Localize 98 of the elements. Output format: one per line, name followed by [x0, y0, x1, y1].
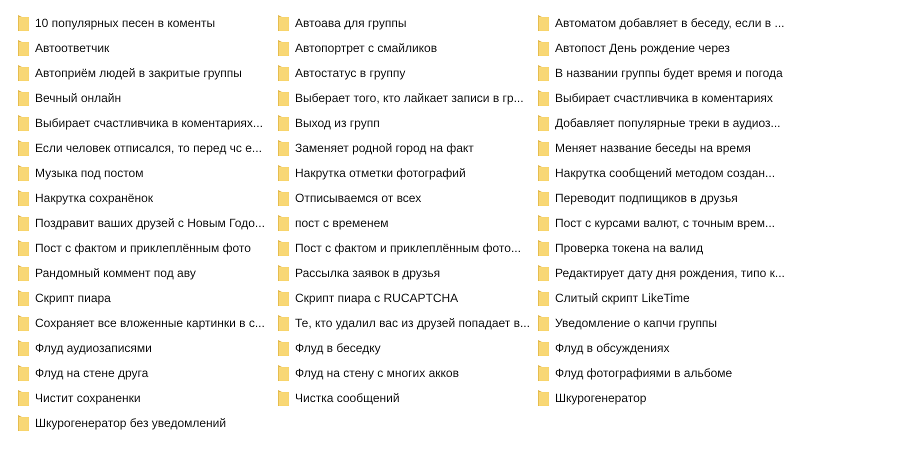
folder-icon [276, 114, 289, 130]
folder-icon [536, 390, 549, 406]
folder-icon [16, 14, 29, 30]
folder-icon [536, 290, 549, 306]
folder-name[interactable]: Редактирует дату дня рождения, типо к... [555, 264, 785, 280]
folder-icon [536, 340, 549, 356]
folder-name[interactable]: Сохраняет все вложенные картинки в с... [35, 314, 265, 330]
folder-name[interactable]: Шкурогенератор без уведомлений [35, 414, 226, 430]
folder-icon [16, 264, 29, 280]
folder-icon [276, 90, 289, 106]
folder-icon [16, 240, 29, 256]
folder-icon [16, 314, 29, 330]
folder-icon [536, 14, 549, 30]
folder-name[interactable]: Шкурогенератор [555, 390, 646, 406]
folder-name[interactable]: Накрутка сохранёнок [35, 190, 154, 206]
folder-icon [536, 314, 549, 330]
folder-name[interactable]: пост с временем [295, 214, 389, 230]
folder-name[interactable]: Чистка сообщений [295, 390, 400, 406]
folder-icon [16, 164, 29, 180]
folder-name[interactable]: Добавляет популярные треки в аудиоз... [555, 114, 780, 130]
folder-name[interactable]: Слитый скрипт LikeTime [555, 290, 690, 306]
folder-name[interactable]: Отписываемся от всех [295, 190, 422, 206]
folder-icon [276, 264, 289, 280]
folder-icon [536, 364, 549, 380]
folder-name[interactable]: Флуд в обсуждениях [555, 340, 670, 356]
folder-name[interactable]: Флуд на стене друга [35, 364, 148, 380]
folder-icon [16, 114, 29, 130]
folder-name[interactable]: Если человек отписался, то перед чс е... [35, 140, 262, 156]
folder-icon [276, 190, 289, 206]
folder-icon [536, 64, 549, 80]
folder-name[interactable]: Проверка токена на валид [555, 240, 704, 256]
folder-icon [16, 64, 29, 80]
folder-name[interactable]: Заменяет родной город на факт [295, 140, 474, 156]
folder-name[interactable]: Флуд аудиозаписями [35, 340, 152, 356]
folder-name[interactable]: Флуд фотографиями в альбоме [555, 364, 732, 380]
folder-icon [16, 390, 29, 406]
folder-name[interactable]: Выбирает счастливчика в коментариях [555, 90, 773, 106]
folder-icon [536, 240, 549, 256]
folder-icon [276, 290, 289, 306]
folder-name[interactable]: Скрипт пиара [35, 290, 111, 306]
folder-name[interactable]: Поздравит ваших друзей с Новым Годо... [35, 214, 265, 230]
folder-icon [276, 164, 289, 180]
folder-icon [536, 214, 549, 230]
folder-name[interactable]: Автоответчик [35, 40, 110, 56]
folder-name[interactable]: Пост с фактом и приклеплённым фото... [295, 240, 521, 256]
folder-name[interactable]: Переводит подпищиков в друзья [555, 190, 738, 206]
folder-name[interactable]: Автостатус в группу [295, 64, 406, 80]
folder-name[interactable]: Рандомный коммент под аву [35, 264, 196, 280]
folder-icon [276, 40, 289, 56]
folder-icon [16, 414, 29, 430]
folder-icon [276, 390, 289, 406]
folder-name[interactable]: Уведомление о капчи группы [555, 314, 718, 330]
folder-icon [16, 40, 29, 56]
folder-name[interactable]: Автоприём людей в закритые группы [35, 64, 242, 80]
folder-icon [276, 140, 289, 156]
folder-icon [536, 140, 549, 156]
folder-icon [276, 364, 289, 380]
folder-icon [276, 340, 289, 356]
folder-name[interactable]: Флуд в беседку [295, 340, 381, 356]
folder-name[interactable]: Пост с курсами валют, с точным врем... [555, 214, 776, 230]
folder-icon [16, 364, 29, 380]
folder-name[interactable]: Автоава для группы [295, 14, 406, 30]
folder-icon [16, 190, 29, 206]
folder-name[interactable]: Скрипт пиара с RUCAPTCHA [295, 290, 458, 306]
folder-icon [536, 264, 549, 280]
folder-icon [536, 90, 549, 106]
folder-name[interactable]: Выход из групп [295, 114, 380, 130]
folder-icon [276, 14, 289, 30]
folder-name[interactable]: Вечный онлайн [35, 90, 122, 106]
folder-name[interactable]: В названии группы будет время и погода [555, 64, 783, 80]
folder-icon [536, 190, 549, 206]
folder-icon [16, 290, 29, 306]
folder-icon [536, 40, 549, 56]
folder-icon [16, 214, 29, 230]
folder-name[interactable]: Музыка под постом [35, 164, 144, 180]
folder-icon [276, 314, 289, 330]
folder-name[interactable]: Меняет название беседы на время [555, 140, 751, 156]
folder-name[interactable]: Те, кто удалил вас из друзей попадает в... [295, 314, 530, 330]
folder-name[interactable]: Накрутка отметки фотографий [295, 164, 466, 180]
folder-name[interactable]: Выбирает счастливчика в коментариях... [35, 114, 263, 130]
folder-name[interactable]: 10 популярных песен в коменты [35, 14, 216, 30]
folder-name[interactable]: Пост с фактом и приклеплённым фото [35, 240, 251, 256]
folder-icon [276, 214, 289, 230]
folder-icon [536, 114, 549, 130]
folder-name[interactable]: Автоматом добавляет в беседу, если в ... [555, 14, 785, 30]
folder-name[interactable]: Накрутка сообщений методом создан... [555, 164, 776, 180]
folder-name[interactable]: Автопортрет с смайликов [295, 40, 438, 56]
folder-name[interactable]: Флуд на стену с многих акков [295, 364, 459, 380]
folder-icon [16, 90, 29, 106]
folder-name[interactable]: Автопост День рождение через [555, 40, 730, 56]
folder-name[interactable]: Выберает того, кто лайкает записи в гр... [295, 90, 524, 106]
folder-name[interactable]: Чистит сохраненки [35, 390, 141, 406]
folder-icon [16, 140, 29, 156]
folder-icon [276, 240, 289, 256]
folder-name[interactable]: Рассылка заявок в друзья [295, 264, 440, 280]
folder-icon [536, 164, 549, 180]
folder-icon [16, 340, 29, 356]
folder-icon [276, 64, 289, 80]
